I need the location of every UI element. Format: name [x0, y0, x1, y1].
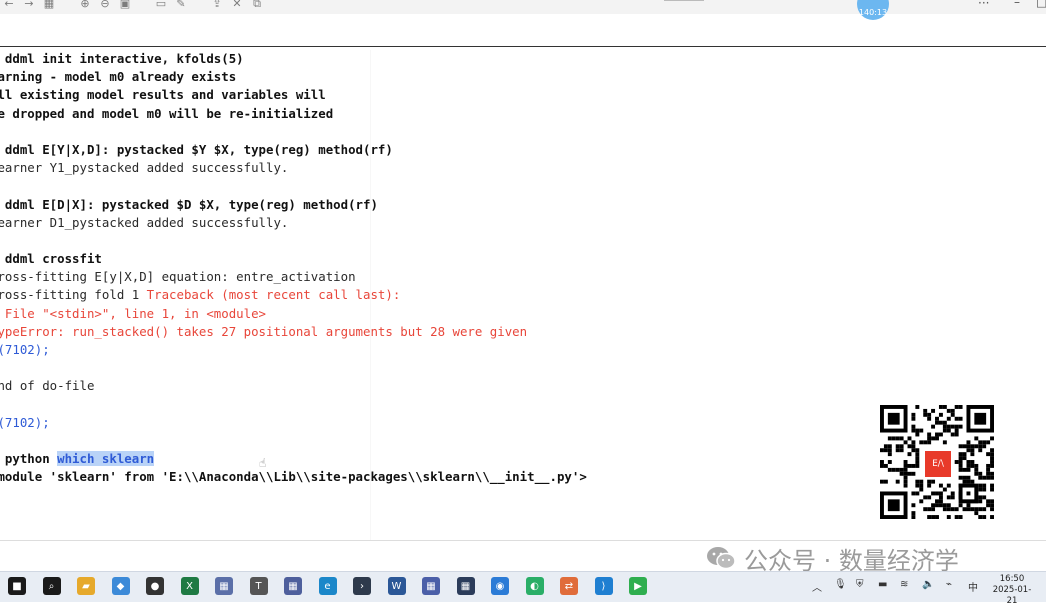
zoom-in-icon[interactable]: ⊕	[78, 0, 92, 11]
output-text: warning - model m0 already exists	[0, 69, 237, 85]
output-text: <module 'sklearn' from 'E:\\Anaconda\\Li…	[0, 469, 587, 485]
output-line: Learner D1_pystacked added successfully.	[0, 214, 1046, 232]
excel-icon[interactable]: X	[180, 577, 199, 595]
edit-icon[interactable]: ✎	[174, 0, 188, 11]
output-text: . python	[4, 451, 50, 467]
forward-icon[interactable]: →	[22, 0, 36, 11]
battery-icon[interactable]: ▬	[878, 579, 887, 590]
watermark: 公众号 · 数量经济学	[706, 543, 959, 575]
volume-icon[interactable]: 🔈	[922, 579, 934, 590]
output-text: r(7102);	[0, 342, 50, 357]
table-app-icon[interactable]: ▦	[422, 577, 440, 595]
output-line: . ddml crossfit	[0, 250, 1046, 268]
tab-indicator	[664, 0, 704, 1]
output-line: r(7102);	[0, 341, 1046, 359]
output-text: end of do-file	[0, 378, 95, 394]
network-icon[interactable]: ⌁	[946, 579, 952, 590]
output-line: . ddml E[Y|X,D]: pystacked $Y $X, type(r…	[0, 141, 1046, 159]
output-line: Cross-fitting E[y|X,D] equation: entre_a…	[0, 268, 1046, 286]
chevron-up-icon[interactable]: ︿	[812, 579, 822, 594]
output-line: be dropped and model m0 will be re-initi…	[0, 105, 1046, 123]
output-text: r(7102);	[0, 414, 50, 430]
layout-icon[interactable]: ▭	[154, 0, 168, 11]
file-explorer-icon[interactable]: ▰	[77, 577, 95, 595]
output-text: File "<stdin>", line 1, in <module>	[0, 305, 267, 321]
output-line: end of do-file	[0, 377, 1046, 395]
selected-text[interactable]: which sklearn	[57, 451, 155, 467]
wechat-icon	[707, 547, 736, 570]
search-icon[interactable]: ⌕	[42, 577, 61, 595]
window-icon[interactable]: ▣	[118, 0, 132, 11]
output-text: . ddml crossfit	[0, 251, 102, 267]
grid-app-icon[interactable]: ▦	[284, 577, 302, 595]
qr-logo: E/\	[923, 449, 953, 479]
wechat-icon[interactable]: ◐	[525, 577, 544, 595]
export-icon[interactable]: ⇪	[210, 0, 224, 11]
toolbar: ← → ▦ ⊕ ⊖ ▣ ▭ ✎ ⇪ ✕ ⧉ 140:13 ··· – □	[0, 0, 1046, 20]
browser-icon[interactable]: ◉	[491, 577, 509, 595]
output-text: . ddml E[Y|X,D]: pystacked $Y $X, type(r…	[0, 141, 393, 157]
output-line: Cross-fitting fold 1 Traceback (most rec…	[0, 286, 1046, 304]
copy-icon[interactable]: ⧉	[250, 0, 264, 11]
calculator-icon[interactable]: ▦	[215, 577, 233, 595]
output-text: all existing model results and variables…	[0, 87, 326, 103]
output-text: Cross-fitting E[y|X,D] equation: entre_a…	[0, 269, 356, 285]
zoom-out-icon[interactable]: ⊖	[98, 0, 112, 11]
grid-icon[interactable]: ▦	[42, 0, 56, 11]
output-text: . ddml init interactive, kfolds(5)	[0, 51, 244, 66]
output-line: . ddml init interactive, kfolds(5)	[0, 50, 1046, 68]
output-text: be dropped and model m0 will be re-initi…	[0, 105, 334, 121]
clock-date: 2025-01-21	[992, 585, 1032, 606]
output-line: TypeError: run_stacked() takes 27 positi…	[0, 323, 1046, 341]
error-text: Traceback (most recent call last):	[146, 287, 401, 303]
terminal-icon[interactable]: ›	[353, 577, 371, 595]
edge-icon[interactable]: e	[318, 577, 337, 595]
output-line: warning - model m0 already exists	[0, 68, 1046, 86]
maximize-icon[interactable]: □	[1036, 0, 1046, 9]
clock[interactable]: 16:50 2025-01-21	[990, 574, 1034, 607]
app-blue-icon[interactable]: ◆	[111, 577, 130, 595]
recording-timer[interactable]: 140:13	[857, 0, 889, 20]
output-text: . ddml E[D|X]: pystacked $D $X, type(reg…	[0, 196, 378, 212]
more-icon[interactable]: ···	[978, 0, 989, 10]
word-icon[interactable]: W	[387, 577, 406, 595]
output-line: Learner Y1_pystacked added successfully.	[0, 159, 1046, 177]
git-icon[interactable]: ⇄	[560, 577, 578, 595]
microphone-icon[interactable]: 🎙	[834, 579, 847, 590]
input-method-icon[interactable]: 中	[968, 579, 978, 594]
media-icon[interactable]: ▶	[629, 577, 647, 595]
output-line: all existing model results and variables…	[0, 86, 1046, 104]
output-line: File "<stdin>", line 1, in <module>	[0, 305, 1046, 323]
stata-icon[interactable]: ▦	[456, 577, 475, 595]
typora-icon[interactable]: T	[249, 577, 268, 595]
output-text: Learner Y1_pystacked added successfully.	[0, 160, 289, 176]
toolbar-icons: ← → ▦ ⊕ ⊖ ▣ ▭ ✎ ⇪ ✕ ⧉	[2, 0, 264, 11]
header-divider	[0, 46, 1046, 47]
close-icon[interactable]: ✕	[230, 0, 244, 11]
output-text: Cross-fitting fold 1	[0, 287, 147, 303]
shield-icon[interactable]: ⛨	[856, 579, 864, 590]
output-text: TypeError: run_stacked() takes 27 positi…	[0, 323, 528, 339]
panda-icon[interactable]: ●	[146, 577, 164, 595]
taskbar: ■ ⌕ ▰ ◆ ● X ▦ T ▦ e › W ▦ ▦ ◉ ◐ ⇄ ⟩ ▶ ︿ 🎙 ⛨ ▬ ≋ 🔈 ⌁ 中 16:5…	[0, 571, 1046, 606]
vscode-icon[interactable]: ⟩	[594, 577, 613, 595]
mouse-cursor-icon: ☝	[259, 456, 267, 470]
back-icon[interactable]: ←	[2, 0, 16, 11]
wifi-icon[interactable]: ≋	[900, 579, 908, 590]
output-line: . ddml E[D|X]: pystacked $D $X, type(reg…	[0, 196, 1046, 214]
clock-time: 16:50	[999, 574, 1025, 584]
minimize-icon[interactable]: –	[1014, 0, 1020, 9]
start-icon[interactable]: ■	[8, 577, 26, 595]
output-text: Learner D1_pystacked added successfully.	[0, 214, 289, 230]
